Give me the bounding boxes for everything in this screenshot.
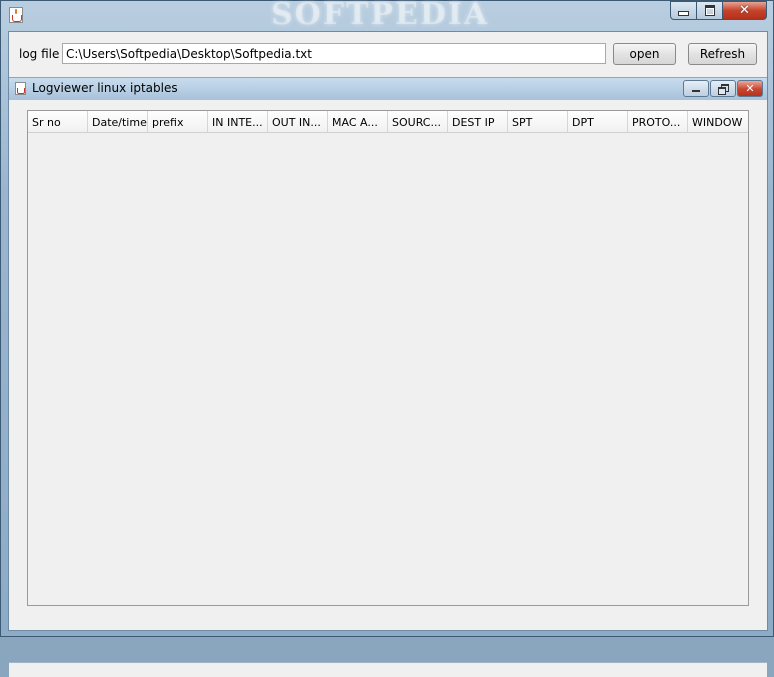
minimize-button[interactable] — [670, 1, 697, 20]
java-app-icon[interactable] — [9, 7, 23, 23]
java-frame-icon[interactable] — [15, 82, 26, 95]
minimize-icon — [678, 11, 689, 16]
internal-close-button[interactable]: ✕ — [737, 80, 763, 97]
internal-frame-title-bar[interactable]: Logviewer linux iptables ✕ — [9, 78, 767, 100]
column-header-mac-address[interactable]: MAC A... — [328, 111, 388, 132]
column-header-out-interface[interactable]: OUT IN... — [268, 111, 328, 132]
maximize-icon — [704, 5, 715, 16]
minimize-icon — [692, 90, 700, 92]
internal-frame-buttons: ✕ — [683, 80, 763, 97]
window-client-area: log file open Refresh Logviewer linux ip… — [8, 31, 768, 677]
window-caption-buttons: ✕ — [670, 1, 767, 21]
column-header-date-time[interactable]: Date/time — [88, 111, 148, 132]
column-header-prefix[interactable]: prefix — [148, 111, 208, 132]
internal-frame-title: Logviewer linux iptables — [32, 81, 178, 95]
close-icon: ✕ — [739, 3, 750, 18]
internal-restore-button[interactable] — [710, 80, 736, 97]
close-button[interactable]: ✕ — [723, 1, 767, 20]
column-header-spt[interactable]: SPT — [508, 111, 568, 132]
maximize-button[interactable] — [697, 1, 723, 20]
column-header-dpt[interactable]: DPT — [568, 111, 628, 132]
open-button[interactable]: open — [613, 43, 676, 65]
logviewer-internal-frame: Logviewer linux iptables ✕ Sr no Date/ti… — [9, 77, 767, 677]
main-window: SOFTPEDIA ✕ log file open Refresh Logvie… — [0, 0, 774, 677]
refresh-button[interactable]: Refresh — [688, 43, 757, 65]
internal-minimize-button[interactable] — [683, 80, 709, 97]
column-header-protocol[interactable]: PROTO... — [628, 111, 688, 132]
log-file-label: log file — [19, 47, 60, 61]
internal-frame-status-bar — [9, 662, 767, 677]
file-toolbar: log file open Refresh — [9, 32, 767, 76]
column-header-source[interactable]: SOURC... — [388, 111, 448, 132]
restore-icon — [718, 84, 729, 95]
column-header-dest-ip[interactable]: DEST IP — [448, 111, 508, 132]
log-table[interactable]: Sr no Date/time prefix IN INTE... OUT IN… — [27, 110, 749, 606]
log-file-path-input[interactable] — [62, 43, 606, 64]
table-header: Sr no Date/time prefix IN INTE... OUT IN… — [28, 111, 748, 133]
softpedia-watermark: SOFTPEDIA — [271, 0, 490, 32]
column-header-in-interface[interactable]: IN INTE... — [208, 111, 268, 132]
column-header-window[interactable]: WINDOW — [688, 111, 748, 132]
close-icon: ✕ — [745, 82, 755, 95]
window-title-bar[interactable]: SOFTPEDIA ✕ — [1, 0, 773, 32]
column-header-sr-no[interactable]: Sr no — [28, 111, 88, 132]
